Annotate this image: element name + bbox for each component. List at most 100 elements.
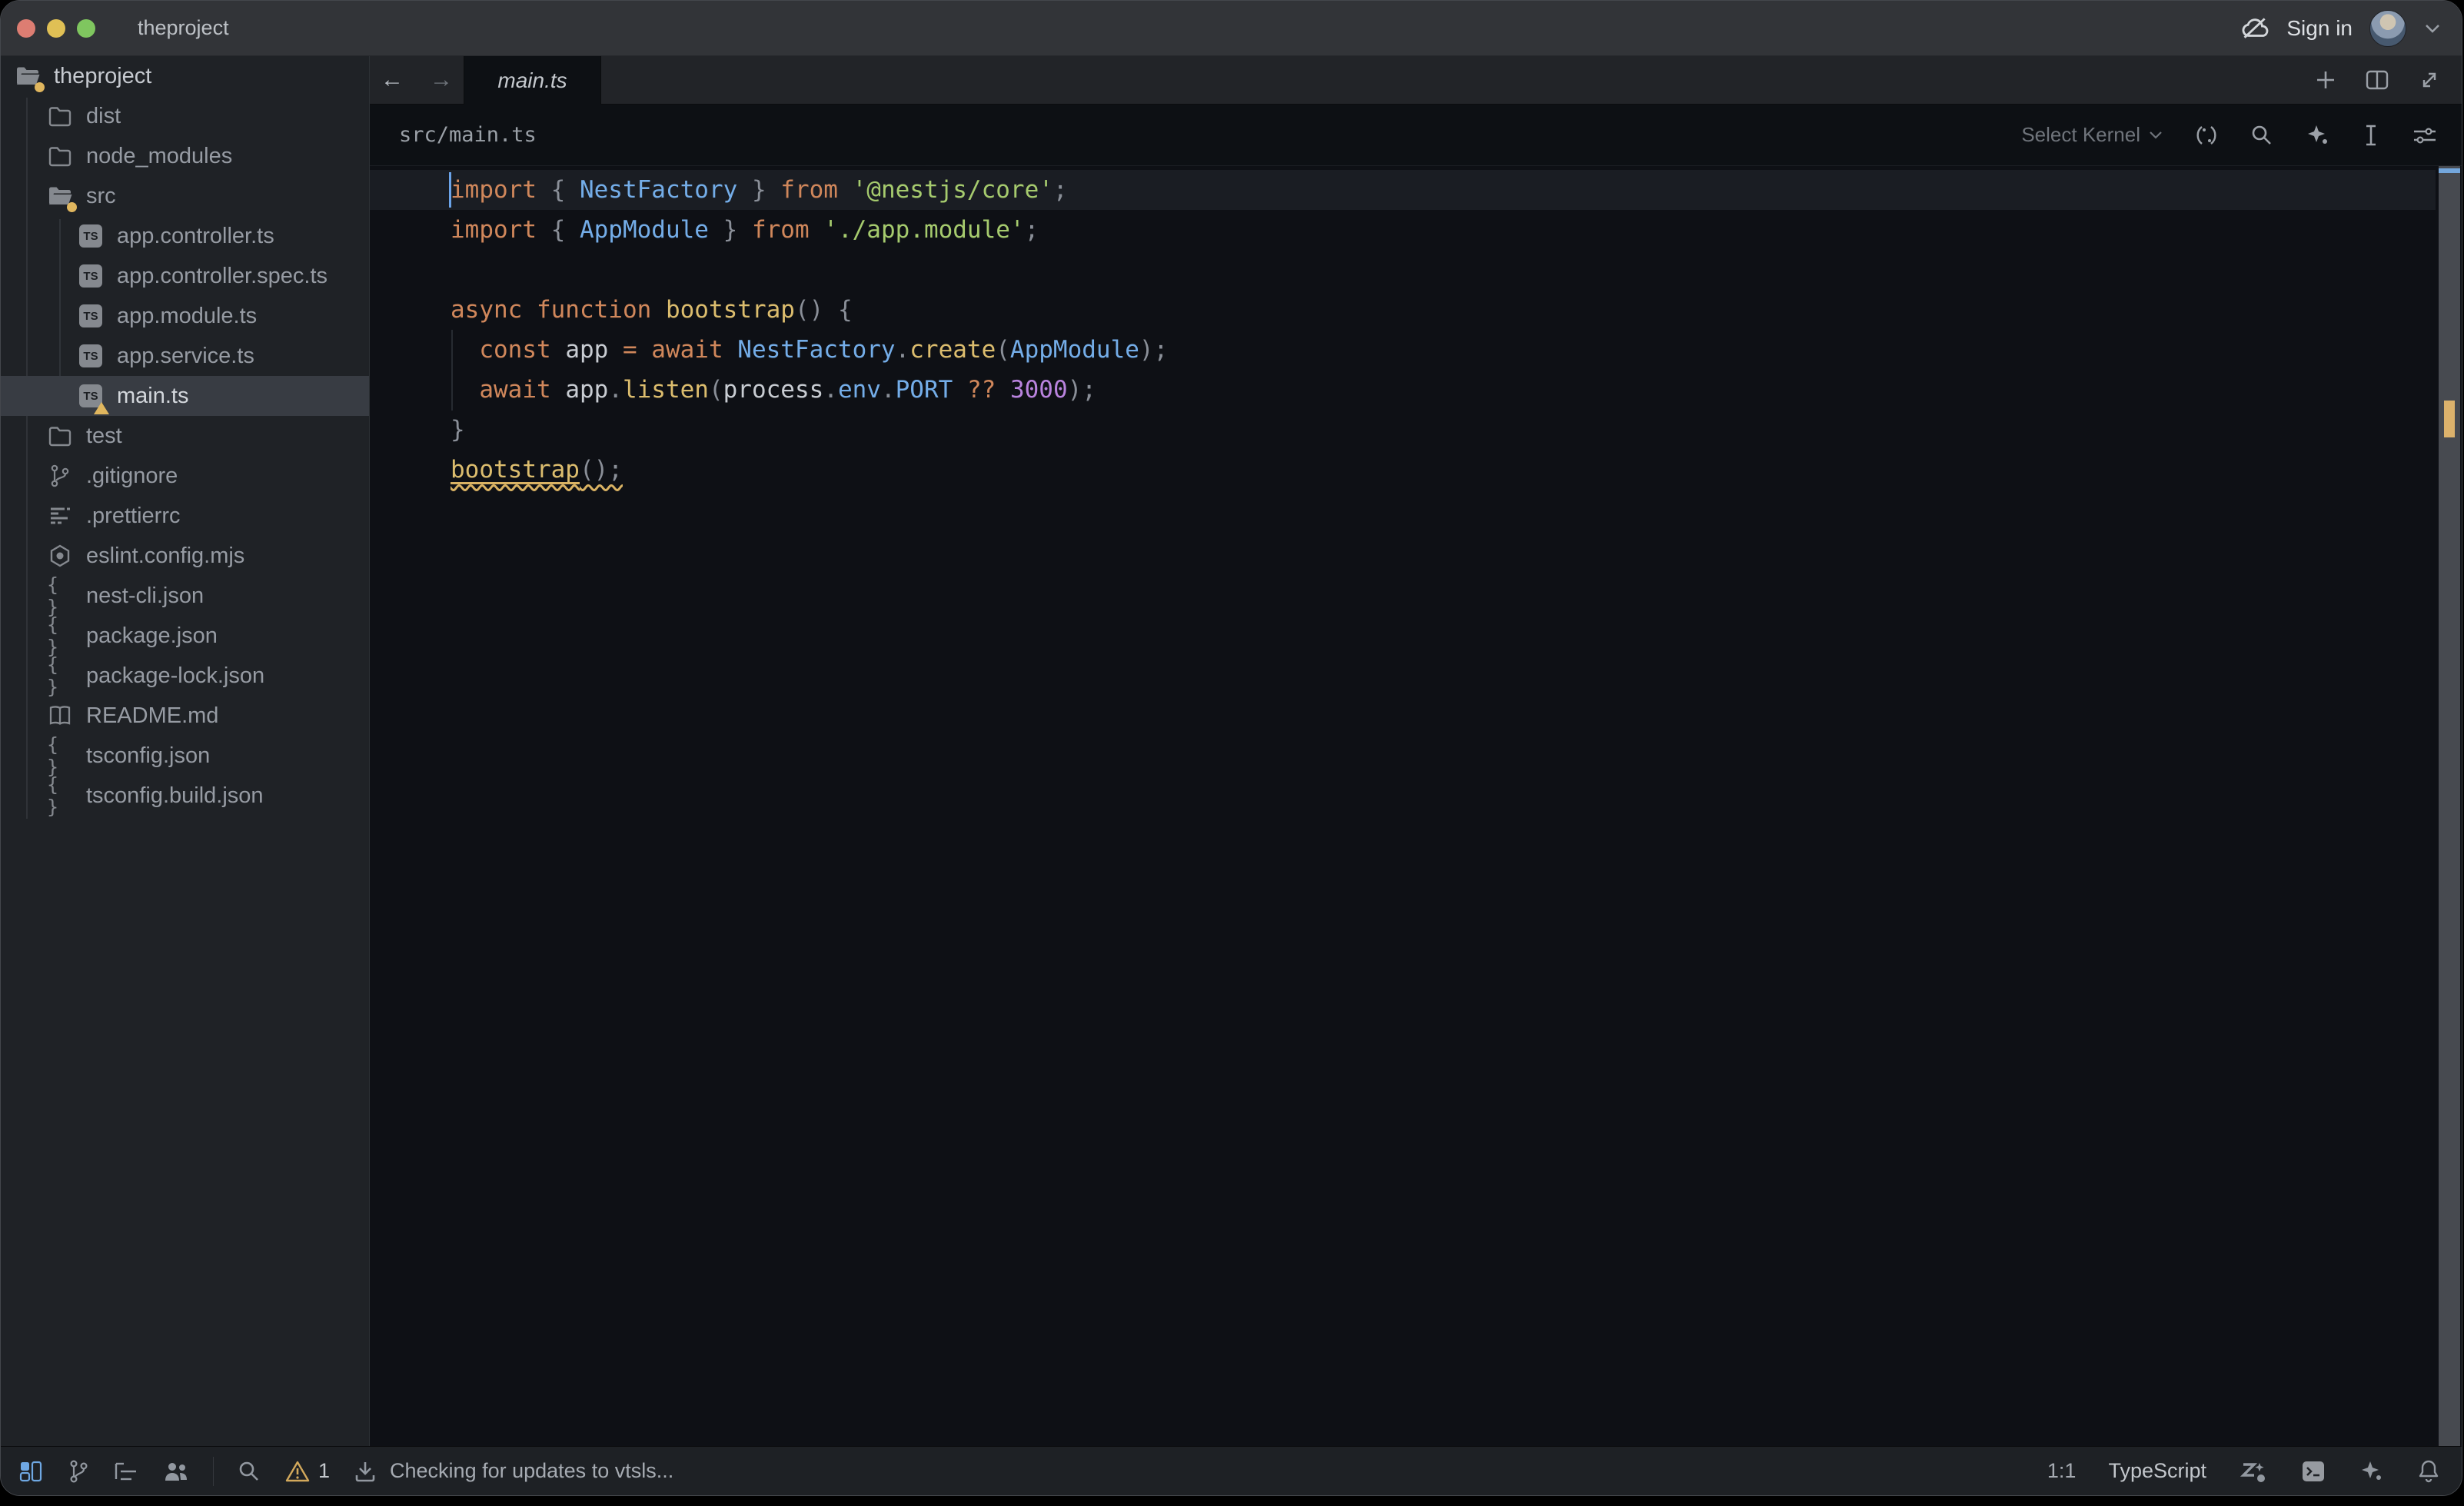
typescript-icon: TS [78, 223, 104, 249]
repl-icon[interactable] [2194, 123, 2219, 148]
outline-panel-icon[interactable] [113, 1460, 139, 1483]
tree-item-package-json[interactable]: { }package.json [1, 616, 369, 656]
json-icon: { } [47, 583, 73, 609]
code-token: ?? [953, 376, 1010, 404]
warning-overlay-icon [94, 402, 109, 414]
tree-item--prettierrc[interactable]: .prettierrc [1, 496, 369, 536]
tree-item-package-lock-json[interactable]: { }package-lock.json [1, 656, 369, 696]
folder-open-icon [47, 183, 73, 209]
tree-item-label: package-lock.json [86, 663, 264, 689]
minimize-window-button[interactable] [47, 19, 65, 38]
tree-item-readme-md[interactable]: README.md [1, 696, 369, 736]
code-token: . [608, 376, 623, 404]
code-line-2[interactable]: import { AppModule } from './app.module'… [370, 210, 2436, 250]
code-line-3[interactable] [370, 250, 2436, 290]
split-pane-icon[interactable] [2365, 68, 2389, 91]
tree-item-main-ts[interactable]: TSmain.ts [1, 376, 369, 416]
code-token: . [896, 336, 910, 364]
notifications-bell-icon[interactable] [2417, 1458, 2440, 1484]
code-line-5[interactable]: const app = await NestFactory.create(App… [370, 330, 2436, 370]
tree-item-dist[interactable]: dist [1, 96, 369, 136]
typescript-icon: TS [78, 383, 104, 409]
tree-item-theproject[interactable]: theproject [1, 56, 369, 96]
project-search-icon[interactable] [237, 1459, 261, 1484]
new-tab-plus-icon[interactable] [2314, 68, 2337, 91]
cursor-position[interactable]: 1:1 [2047, 1459, 2077, 1483]
tree-item-app-controller-ts[interactable]: TSapp.controller.ts [1, 216, 369, 256]
code-token: . [823, 376, 838, 404]
json-icon: { } [47, 623, 73, 649]
text-cursor-icon[interactable] [2362, 122, 2380, 148]
expand-panes-icon[interactable] [2417, 68, 2442, 92]
code-line-7[interactable]: } [370, 410, 2436, 450]
code-token: const [451, 336, 565, 364]
select-kernel-button[interactable]: Select Kernel [2021, 123, 2163, 147]
tree-item-app-module-ts[interactable]: TSapp.module.ts [1, 296, 369, 336]
tree-item-label: src [86, 184, 116, 209]
code-token: } [709, 216, 752, 244]
statusbar-divider [213, 1457, 214, 1486]
editor[interactable]: import { NestFactory } from '@nestjs/cor… [370, 166, 2462, 1446]
editor-controls-sliders-icon[interactable] [2411, 123, 2439, 148]
edit-prediction-zeta-icon[interactable] [2239, 1458, 2268, 1484]
tree-item-test[interactable]: test [1, 416, 369, 456]
breadcrumb[interactable]: src/main.ts [399, 123, 537, 147]
zoom-window-button[interactable] [77, 19, 95, 38]
tree-item-label: app.service.ts [117, 344, 254, 369]
scrollbar-cursor-marker [2439, 168, 2460, 173]
tree-item-node-modules[interactable]: node_modules [1, 136, 369, 176]
warning-count: 1 [318, 1459, 330, 1483]
code-token: 3000 [1010, 376, 1068, 404]
tab-main-ts[interactable]: main.ts [464, 56, 601, 105]
inline-assist-sparkle-icon[interactable] [2305, 122, 2331, 148]
language-selector[interactable]: TypeScript [2108, 1459, 2206, 1483]
code-token: ); [1139, 336, 1168, 364]
tree-item-nest-cli-json[interactable]: { }nest-cli.json [1, 576, 369, 616]
tree-item-app-service-ts[interactable]: TSapp.service.ts [1, 336, 369, 376]
git-modified-dot [35, 82, 45, 92]
tree-item-label: app.module.ts [117, 304, 257, 329]
code-token: '@nestjs/core' [853, 176, 1053, 204]
scrollbar-thumb[interactable] [2439, 166, 2460, 1446]
collaboration-panel-icon[interactable] [162, 1459, 190, 1484]
code-token: create [909, 336, 996, 364]
titlebar: theproject Sign in [1, 1, 2462, 56]
code-token: } [737, 176, 780, 204]
code-line-8[interactable]: bootstrap(); [370, 450, 2436, 490]
tree-item-tsconfig-json[interactable]: { }tsconfig.json [1, 736, 369, 776]
terminal-panel-icon[interactable] [2300, 1458, 2326, 1484]
select-kernel-label: Select Kernel [2021, 123, 2140, 147]
code-line-1[interactable]: import { NestFactory } from '@nestjs/cor… [370, 170, 2436, 210]
typescript-icon: TS [78, 263, 104, 289]
editor-scrollbar[interactable] [2439, 166, 2460, 1446]
code-token: import [451, 176, 551, 204]
tree-item--gitignore[interactable]: .gitignore [1, 456, 369, 496]
chevron-down-icon[interactable] [2423, 23, 2442, 34]
git-modified-dot [67, 202, 77, 212]
tree-item-tsconfig-build-json[interactable]: { }tsconfig.build.json [1, 776, 369, 816]
avatar[interactable] [2369, 10, 2406, 47]
code-line-4[interactable]: async function bootstrap() { [370, 290, 2436, 330]
navigate-back-button[interactable]: ← [381, 68, 404, 91]
code-token: import [451, 216, 551, 244]
cloud-offline-icon [2240, 17, 2269, 40]
folder-open-icon [15, 63, 41, 89]
tree-item-label: tsconfig.build.json [86, 783, 264, 809]
tree-item-app-controller-spec-ts[interactable]: TSapp.controller.spec.ts [1, 256, 369, 296]
assistant-sparkle-icon[interactable] [2359, 1458, 2385, 1484]
tree-item-src[interactable]: src [1, 176, 369, 216]
close-window-button[interactable] [17, 19, 35, 38]
code-token: ( [996, 336, 1010, 364]
git-panel-icon[interactable] [67, 1458, 90, 1484]
search-icon[interactable] [2250, 123, 2274, 148]
tree-item-label: dist [86, 104, 121, 129]
download-icon [353, 1459, 377, 1484]
book-icon [47, 703, 73, 729]
diagnostics-indicator[interactable]: 1 [284, 1459, 330, 1484]
code-line-6[interactable]: await app.listen(process.env.PORT ?? 300… [370, 370, 2436, 410]
status-bar: 1 Checking for updates to vtsls... 1:1 T… [1, 1446, 2462, 1495]
sign-in-button[interactable]: Sign in [2286, 16, 2353, 41]
navigate-forward-button[interactable]: → [430, 68, 453, 91]
project-panel-toggle-icon[interactable] [18, 1458, 44, 1484]
tree-item-eslint-config-mjs[interactable]: eslint.config.mjs [1, 536, 369, 576]
